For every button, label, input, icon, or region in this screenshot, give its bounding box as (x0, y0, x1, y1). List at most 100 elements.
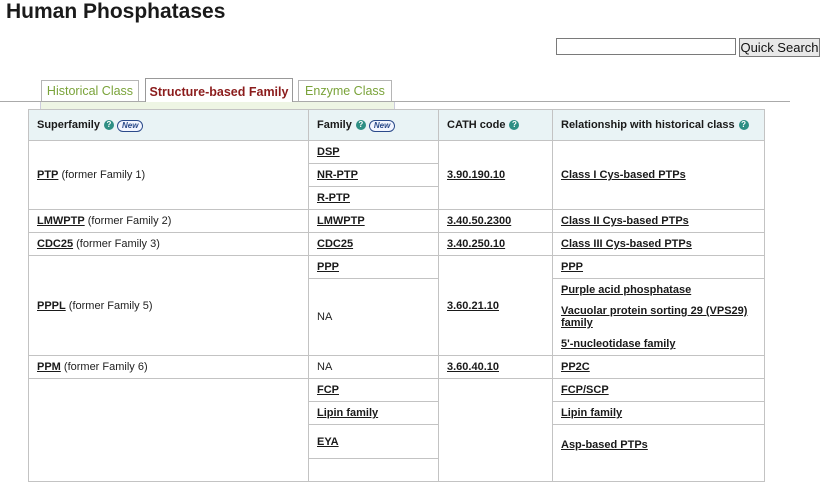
relationship-cell: Lipin family (552, 401, 765, 425)
header-cath-label: CATH code (447, 119, 506, 131)
superfamily-note: (former Family 3) (76, 238, 160, 250)
cath-cell: 3.40.250.10 (438, 232, 553, 256)
header-superfamily-label: Superfamily (37, 118, 100, 131)
tab-historical-class[interactable]: Historical Class (41, 80, 139, 101)
superfamily-note: (former Family 6) (63, 361, 148, 373)
superfamily-cell: PPM (former Family 6) (28, 355, 309, 379)
relationship-link-asp-ptps[interactable]: Asp-based PTPs (561, 439, 648, 451)
page-title: Human Phosphatases (6, 0, 226, 23)
family-link-eya[interactable]: EYA (317, 436, 339, 448)
relationship-stack: Purple acid phosphatase Vacuolar protein… (561, 284, 764, 350)
help-icon[interactable]: ? (509, 120, 520, 130)
relationship-link-fcp-scp[interactable]: FCP/SCP (561, 384, 609, 396)
table-row: PPPL (former Family 5) PPP 3.60.21.10 PP… (28, 255, 765, 356)
new-badge: New (368, 119, 396, 132)
cath-link[interactable]: 3.90.190.10 (447, 169, 505, 181)
tab-structure-based-family[interactable]: Structure-based Family (145, 78, 293, 102)
relationship-cell: Class III Cys-based PTPs (552, 232, 765, 256)
table-header-row: Superfamily? New Family? New CATH code? Re… (28, 109, 765, 141)
family-cell (308, 458, 439, 482)
table-row: PTP (former Family 1) DSP 3.90.190.10 Cl… (28, 140, 765, 210)
relationship-cell: Class I Cys-based PTPs (552, 140, 765, 210)
family-link-r-ptp[interactable]: R-PTP (317, 192, 350, 204)
cath-cell: 3.90.190.10 (438, 140, 553, 210)
header-relationship-label: Relationship with historical class (561, 119, 735, 131)
cath-cell: 3.60.40.10 (438, 355, 553, 379)
family-link-cdc25[interactable]: CDC25 (317, 238, 353, 250)
cath-link[interactable]: 3.60.21.10 (447, 300, 499, 312)
superfamily-note: (former Family 2) (87, 215, 172, 227)
cath-link[interactable]: 3.60.40.10 (447, 361, 499, 373)
cath-cell (438, 378, 553, 482)
quick-search-button[interactable]: Quick Search (739, 38, 820, 57)
superfamily-note: (former Family 5) (68, 299, 153, 312)
family-link-nr-ptp[interactable]: NR-PTP (317, 169, 358, 181)
table-row: PPM (former Family 6) NA 3.60.40.10 PP2C (28, 355, 765, 379)
table-row: FCP FCP/SCP (28, 378, 765, 482)
relationship-link-purple-acid[interactable]: Purple acid phosphatase (561, 284, 764, 296)
family-cell: EYA (308, 424, 439, 459)
quick-search-input[interactable] (556, 38, 736, 55)
family-cell: NA (308, 278, 439, 356)
family-link-lipin[interactable]: Lipin family (317, 407, 378, 419)
relationship-link-vps29[interactable]: Vacuolar protein sorting 29 (VPS29) fami… (561, 305, 764, 329)
family-link-fcp[interactable]: FCP (317, 384, 339, 396)
superfamily-link-cdc25[interactable]: CDC25 (37, 238, 73, 250)
family-cell: NR-PTP (308, 163, 439, 187)
relationship-link[interactable]: Class I Cys-based PTPs (561, 169, 686, 181)
family-cell: DSP (308, 140, 439, 164)
new-badge: New (116, 119, 144, 132)
relationship-link[interactable]: PP2C (561, 361, 590, 373)
superfamily-link-ptp[interactable]: PTP (37, 169, 58, 181)
family-cell: FCP (308, 378, 439, 402)
phosphatase-table: Superfamily? New Family? New CATH code? Re… (28, 109, 765, 482)
relationship-cell: Class II Cys-based PTPs (552, 209, 765, 233)
superfamily-link-lmwptp[interactable]: LMWPTP (37, 215, 85, 227)
relationship-link-lipin[interactable]: Lipin family (561, 407, 622, 419)
superfamily-cell: LMWPTP (former Family 2) (28, 209, 309, 233)
header-cath-code: CATH code? (438, 109, 553, 141)
relationship-cell: PP2C (552, 355, 765, 379)
tab-panel-strip (40, 102, 395, 109)
help-icon[interactable]: ? (103, 119, 114, 130)
family-na: NA (317, 361, 333, 373)
relationship-cell: Asp-based PTPs (552, 424, 765, 482)
table-row: LMWPTP (former Family 2) LMWPTP 3.40.50.… (28, 209, 765, 233)
relationship-cell: PPP (552, 255, 765, 279)
cath-cell: 3.60.21.10 (438, 255, 553, 356)
cath-link[interactable]: 3.40.250.10 (447, 238, 505, 250)
relationship-cell: FCP/SCP (552, 378, 765, 402)
superfamily-cell: PTP (former Family 1) (28, 140, 309, 210)
relationship-link[interactable]: Class II Cys-based PTPs (561, 215, 689, 227)
family-cell: LMWPTP (308, 209, 439, 233)
family-cell: Lipin family (308, 401, 439, 425)
help-icon[interactable]: ? (738, 120, 749, 130)
header-family-label: Family (317, 118, 352, 131)
family-na: NA (317, 311, 333, 323)
family-link-lmwptp[interactable]: LMWPTP (317, 215, 365, 227)
superfamily-cell: PPPL (former Family 5) (28, 255, 309, 356)
family-link-ppp[interactable]: PPP (317, 261, 339, 273)
header-family: Family? New (308, 109, 439, 141)
relationship-cell: Purple acid phosphatase Vacuolar protein… (552, 278, 765, 356)
family-cell: NA (308, 355, 439, 379)
superfamily-cell: CDC25 (former Family 3) (28, 232, 309, 256)
family-cell: CDC25 (308, 232, 439, 256)
relationship-link-5-nucleotidase[interactable]: 5'-nucleotidase family (561, 338, 764, 350)
superfamily-link-ppm[interactable]: PPM (37, 361, 61, 373)
superfamily-link-pppl[interactable]: PPPL (37, 300, 66, 312)
relationship-link[interactable]: Class III Cys-based PTPs (561, 238, 692, 250)
cath-cell: 3.40.50.2300 (438, 209, 553, 233)
family-cell: R-PTP (308, 186, 439, 210)
superfamily-cell (28, 378, 309, 482)
superfamily-note: (former Family 1) (61, 169, 146, 181)
header-superfamily: Superfamily? New (28, 109, 309, 141)
cath-link[interactable]: 3.40.50.2300 (447, 215, 511, 227)
family-cell: PPP (308, 255, 439, 279)
family-link-dsp[interactable]: DSP (317, 146, 340, 158)
relationship-link-ppp[interactable]: PPP (561, 261, 583, 273)
help-icon[interactable]: ? (355, 119, 366, 130)
tab-enzyme-class[interactable]: Enzyme Class (298, 80, 392, 101)
table-row: CDC25 (former Family 3) CDC25 3.40.250.1… (28, 232, 765, 256)
header-relationship: Relationship with historical class? (552, 109, 765, 141)
